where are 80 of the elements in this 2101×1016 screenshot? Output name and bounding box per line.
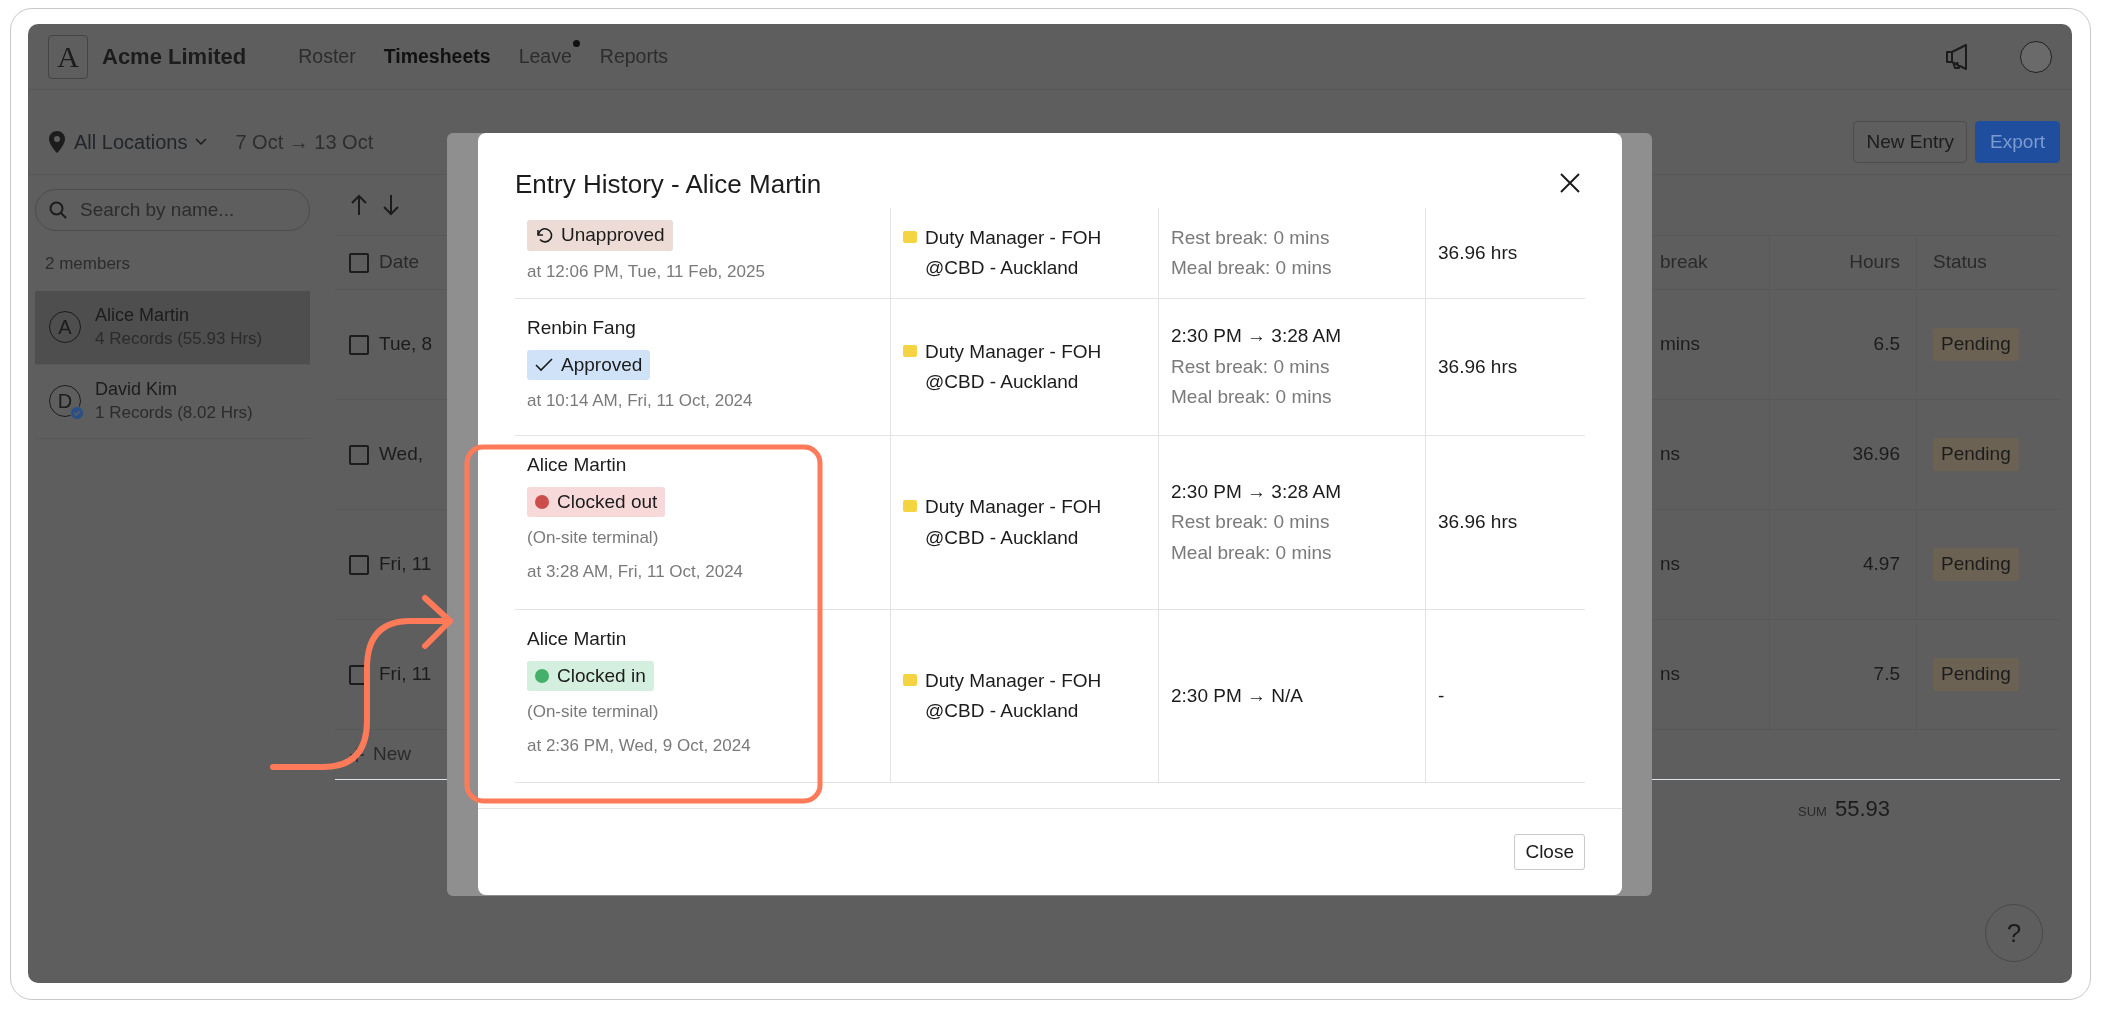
timestamp: at 2:36 PM, Wed, 9 Oct, 2024 (527, 734, 752, 757)
sort-descending-icon[interactable] (381, 193, 401, 217)
plus-icon (349, 746, 365, 763)
hours-cell-text: 4.97 (1863, 552, 1900, 577)
close-icon (1559, 171, 1581, 194)
shift-time: 2:30 PM → 3:28 AM (1171, 324, 1343, 349)
role-color-icon (903, 673, 917, 686)
break-text: Meal break: 0 mins (1171, 385, 1333, 410)
break-text: Rest break: 0 mins (1171, 225, 1331, 250)
status-badge: Approved (527, 349, 651, 381)
location-name: @CBD - Auckland (925, 256, 1080, 280)
break-cell-text: mins (1660, 332, 1701, 357)
checkbox[interactable] (349, 334, 369, 355)
status-badge: Unapproved (527, 220, 673, 251)
person-name: Renbin Fang (527, 316, 637, 340)
break-cell-text: ns (1660, 442, 1681, 467)
hours-cell-text: 6.5 (1873, 332, 1900, 357)
role-color-icon (903, 344, 917, 357)
break-text: Meal break: 0 mins (1171, 256, 1333, 280)
location-name: @CBD - Auckland (925, 699, 1080, 723)
location-pin-icon (48, 130, 66, 154)
checkbox[interactable] (349, 252, 369, 273)
dialog-title: Entry History - Alice Martin (515, 168, 822, 200)
logo: A (48, 34, 88, 79)
role-name: Duty Manager - FOH (925, 339, 1102, 364)
chevron-down-icon (195, 138, 208, 146)
break-text: Rest break: 0 mins (1171, 510, 1331, 535)
user-avatar[interactable] (2020, 40, 2052, 73)
person-name: Alice Martin (527, 453, 628, 477)
hours-cell-text: 36.96 (1852, 442, 1900, 467)
person-name: Alice Martin (527, 627, 628, 651)
shift-time: 2:30 PM → N/A (1171, 683, 1304, 708)
hours-value: 36.96 hrs (1438, 240, 1519, 265)
close-button[interactable]: Close (1514, 833, 1585, 871)
new-entry-button[interactable]: New Entry (1853, 120, 1968, 164)
timestamp: at 12:06 PM, Tue, 11 Feb, 2025 (527, 260, 766, 283)
status-dot-icon (535, 668, 549, 683)
location-dropdown[interactable]: All Locations (74, 127, 208, 157)
role-name: Duty Manager - FOH (925, 495, 1102, 520)
source-text: (On-site terminal) (527, 527, 660, 550)
break-cell-text: ns (1660, 552, 1681, 577)
hours-value: 36.96 hrs (1438, 510, 1519, 535)
status-badge: Clocked out (527, 486, 666, 518)
nav-link[interactable]: Timesheets (383, 41, 491, 72)
brand-name: Acme Limited (102, 43, 247, 71)
checkbox[interactable] (349, 444, 369, 465)
role-name: Duty Manager - FOH (925, 668, 1102, 693)
hours-value: - (1438, 683, 1446, 708)
status-dot-icon (535, 494, 549, 509)
status-badge: Clocked in (527, 660, 654, 692)
role-color-icon (903, 500, 917, 513)
source-text: (On-site terminal) (527, 701, 660, 724)
location-name: @CBD - Auckland (925, 525, 1080, 550)
hours-value: 36.96 hrs (1438, 354, 1519, 379)
undo-icon (535, 226, 553, 245)
date-cell-text: Fri, 11 (379, 552, 432, 577)
check-icon (535, 356, 553, 373)
role-color-icon (903, 230, 917, 243)
checkbox[interactable] (349, 554, 369, 575)
hours-cell-text: 7.5 (1873, 662, 1900, 687)
status-badge: Pending (1933, 548, 2019, 581)
export-button[interactable]: Export (1975, 120, 2060, 164)
timestamp: at 3:28 AM, Fri, 11 Oct, 2024 (527, 560, 745, 583)
location-name: @CBD - Auckland (925, 370, 1080, 394)
member-name: David Kim (95, 378, 179, 402)
break-text: Meal break: 0 mins (1171, 540, 1333, 565)
sum-value: 55.93 (1834, 795, 1890, 823)
date-cell-text: Fri, 11 (379, 662, 432, 687)
role-name: Duty Manager - FOH (925, 225, 1102, 250)
status-badge: Pending (1933, 658, 2019, 691)
shift-time: 2:30 PM → 3:28 AM (1171, 479, 1343, 504)
status-badge: Pending (1933, 438, 2019, 471)
break-text: Rest break: 0 mins (1171, 354, 1331, 379)
status-badge: Pending (1933, 328, 2019, 361)
timestamp: at 10:14 AM, Fri, 11 Oct, 2024 (527, 390, 754, 413)
search-icon (49, 201, 67, 219)
sort-ascending-icon[interactable] (349, 193, 369, 217)
date-cell-text: Tue, 8 (379, 332, 433, 357)
date-cell-text: Wed, (379, 442, 423, 467)
break-cell-text: ns (1660, 662, 1681, 687)
